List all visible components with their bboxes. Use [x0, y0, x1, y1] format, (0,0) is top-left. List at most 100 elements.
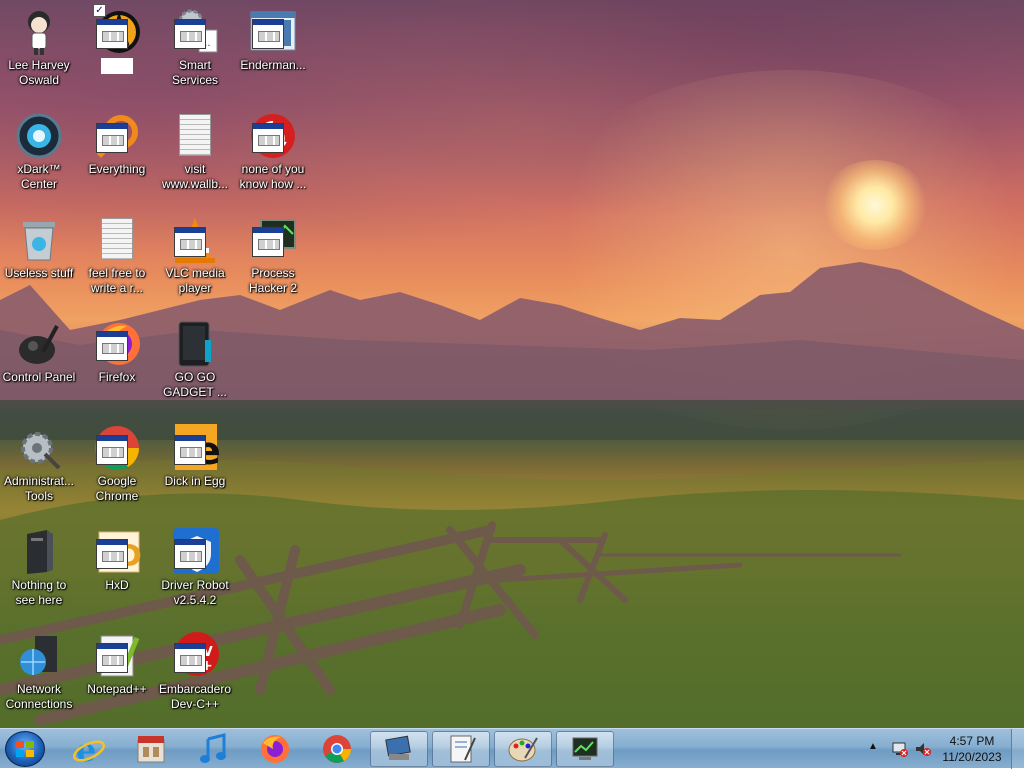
pc-tower-icon	[15, 528, 63, 576]
icon-label: Notepad++	[87, 682, 147, 696]
icon-label: Enderman...	[240, 58, 306, 72]
recycle-bin-icon	[15, 216, 63, 264]
desktop-icon-go-go-gadget[interactable]: GO GO GADGET ...	[156, 314, 234, 399]
red-app-icon	[249, 112, 297, 160]
taskbar-window-4[interactable]	[556, 731, 614, 767]
desktop-icon-useless-stuff[interactable]: Useless stuff	[0, 210, 78, 281]
desktop-icon-control-panel[interactable]: Control Panel	[0, 314, 78, 385]
volume-muted-icon[interactable]	[914, 741, 932, 762]
vlc-cone-icon	[171, 216, 219, 264]
anime-character-icon	[15, 8, 63, 56]
icon-label: VLC media player	[165, 266, 225, 295]
paint-icon	[508, 737, 538, 762]
desktop-icon-notepad-plus[interactable]: Notepad++	[78, 626, 156, 697]
taskbar-clock[interactable]: 4:57 PM 11/20/2023	[936, 733, 1008, 765]
store-icon	[137, 736, 165, 763]
icon-label: none of you know how ...	[239, 162, 307, 191]
notepad-plus-icon	[93, 632, 141, 680]
taskbar: e ▲ 4:57 PM 11/20/2023	[0, 728, 1024, 769]
gears-app-icon: ...	[171, 8, 219, 56]
desktop-icon-everything[interactable]: Everything	[78, 106, 156, 177]
firefox-icon	[93, 320, 141, 368]
computer-app-icon	[385, 735, 411, 760]
icon-label: Process Hacker 2	[248, 266, 298, 295]
desktop-icon-network-connections[interactable]: Network Connections	[0, 626, 78, 711]
icon-label: Dick in Egg	[164, 474, 226, 488]
desktop-icon-smart-services[interactable]: ... SmartServices	[156, 2, 234, 87]
desktop-icon-hxd[interactable]: D HxD	[78, 522, 156, 593]
icon-label: Smart Services	[171, 58, 218, 87]
text-document-icon	[171, 112, 219, 160]
taskbar-internet-explorer[interactable]: e	[60, 731, 118, 767]
chrome-icon	[323, 735, 351, 763]
control-panel-icon	[15, 320, 63, 368]
desktop-icon-vlc[interactable]: VLC media player	[156, 210, 234, 295]
desktop-icon-xdark-center[interactable]: xDark™ Center	[0, 106, 78, 191]
desktop-icon-firefox[interactable]: Firefox	[78, 314, 156, 385]
gadget-box-icon	[171, 320, 219, 368]
icon-label: Control Panel	[2, 370, 76, 384]
show-hidden-icons-arrow-icon[interactable]: ▲	[868, 741, 878, 752]
icon-label: Firefox	[98, 370, 136, 384]
icon-label: GO GO GADGET ...	[163, 370, 227, 399]
icon-label: Administrat... Tools	[3, 474, 75, 503]
windows-logo-icon	[16, 741, 34, 757]
taskbar-music[interactable]	[184, 731, 242, 767]
notepad-app-icon	[450, 735, 476, 763]
desktop-icon-enderman[interactable]: Enderman...	[234, 2, 312, 73]
icon-label: visit www.wallb...	[161, 162, 229, 191]
network-globe-icon	[15, 632, 63, 680]
monitor-app-icon	[249, 216, 297, 264]
desktop-icon-embarcadero[interactable]: DEV+ EmbarcaderoDev-C++	[156, 626, 234, 711]
icon-label: Everything	[88, 162, 146, 176]
music-note-icon	[200, 733, 226, 763]
checkbox-icon[interactable]: ✓	[93, 4, 106, 17]
icon-label: Embarcadero Dev-C++	[158, 682, 232, 711]
internet-explorer-icon: e	[72, 733, 106, 765]
network-status-icon[interactable]	[891, 741, 909, 762]
dev-cpp-icon: DEV+	[171, 632, 219, 680]
icon-label: Useless stuff	[4, 266, 74, 280]
firefox-icon	[261, 735, 289, 763]
taskbar-firefox[interactable]	[246, 731, 304, 767]
chrome-icon	[93, 424, 141, 472]
icon-label: HxD	[105, 578, 129, 592]
icon-label: xDark™ Center	[17, 162, 61, 191]
xdark-orb-icon	[15, 112, 63, 160]
desktop-icon-driver-robot[interactable]: Driver Robot v2.5.4.2	[156, 522, 234, 607]
desktop-icon-google-chrome[interactable]: Google Chrome	[78, 418, 156, 503]
icon-label: feel free to write a r...	[88, 266, 146, 295]
clock-time: 4:57 PM	[949, 734, 995, 748]
desktop-icon-admin-tools[interactable]: Administrat... Tools	[0, 418, 78, 503]
taskbar-chrome[interactable]	[308, 731, 366, 767]
taskbar-window-2[interactable]	[432, 731, 490, 767]
taskbar-app-store[interactable]	[122, 731, 180, 767]
icon-label	[101, 58, 133, 74]
desktop-icon-feel-free[interactable]: feel free to write a r...	[78, 210, 156, 295]
clock-date: 11/20/2023	[942, 750, 1002, 764]
taskbar-window-1[interactable]	[370, 731, 428, 767]
desktop-icon-lee-harvey-oswald[interactable]: Lee Harvey Oswald	[0, 2, 78, 87]
show-desktop-button[interactable]	[1011, 729, 1024, 769]
search-magnifier-icon	[93, 112, 141, 160]
desktop-icon-none-of-you[interactable]: none of you know how ...	[234, 106, 312, 191]
window-app-icon	[249, 8, 297, 56]
icon-label: Nothing to see here	[11, 578, 67, 607]
text-document-icon	[93, 216, 141, 264]
letter-e-app-icon: e	[171, 424, 221, 473]
icon-label: Driver Robot v2.5.4.2	[161, 578, 229, 607]
monitor-app-icon	[572, 737, 598, 760]
desktop-icon-nothing-to-see[interactable]: Nothing to see here	[0, 522, 78, 607]
shield-app-icon	[171, 528, 219, 576]
taskbar-window-3[interactable]	[494, 731, 552, 767]
desktop-icon-process-hacker[interactable]: Process Hacker 2	[234, 210, 312, 295]
icon-label: Lee Harvey Oswald	[8, 58, 70, 87]
hxd-app-icon: D	[93, 528, 142, 576]
icon-label: Network Connections	[5, 682, 73, 711]
desktop-icon-visit-wallb[interactable]: visit www.wallb...	[156, 106, 234, 191]
desktop-icon-dick-in-egg[interactable]: e Dick in Egg	[156, 418, 234, 489]
admin-gears-icon	[15, 424, 63, 472]
desktop-icon-unnamed[interactable]: ✓	[78, 2, 156, 74]
half-life-app-icon: ✓	[93, 4, 141, 56]
start-button[interactable]	[5, 731, 45, 767]
